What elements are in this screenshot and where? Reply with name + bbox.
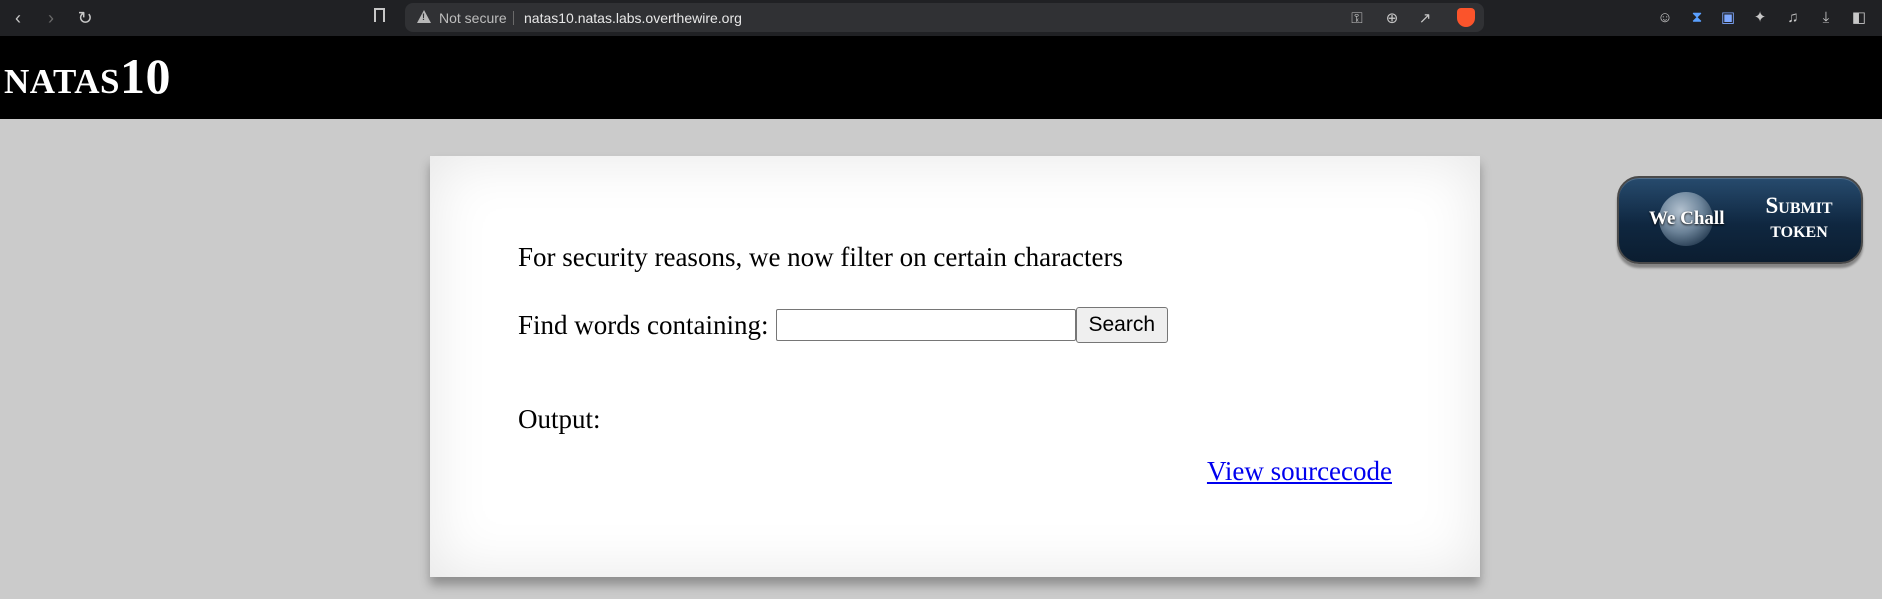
find-label: Find words containing: <box>518 309 769 340</box>
not-secure-warning-icon[interactable] <box>417 10 431 23</box>
site-header: natas10 <box>0 36 1882 119</box>
share-icon[interactable]: ↗ <box>1415 8 1435 28</box>
page-title: natas10 <box>4 48 171 104</box>
reload-icon[interactable]: ↻ <box>71 4 99 32</box>
bookmark-icon[interactable] <box>374 8 385 22</box>
search-input[interactable] <box>775 309 1076 341</box>
address-bar[interactable]: Not secure natas10.natas.labs.overthewir… <box>405 3 1484 32</box>
filter-notice: For security reasons, we now filter on c… <box>518 242 1124 272</box>
forward-icon[interactable]: › <box>37 4 65 32</box>
wechall-logo-text: We Chall <box>1649 208 1725 229</box>
downloads-icon[interactable]: ⤓ <box>1816 7 1836 27</box>
security-status[interactable]: Not secure <box>439 10 507 26</box>
key-icon[interactable]: ⚿ <box>1347 8 1367 28</box>
content-card: For security reasons, we now filter on c… <box>430 156 1480 577</box>
output-label: Output: <box>518 404 601 434</box>
wechall-submit-token-button[interactable]: We Chall Submit token <box>1617 176 1863 264</box>
address-separator <box>513 11 514 25</box>
token-label: token <box>1770 217 1828 242</box>
sidebar-icon[interactable]: ◧ <box>1849 7 1869 27</box>
submit-token-label: Submit token <box>1749 194 1849 242</box>
browser-toolbar: ‹ › ↻ Not secure natas10.natas.labs.over… <box>0 0 1882 36</box>
extension-shield-icon[interactable]: ▣ <box>1718 7 1738 27</box>
extensions-icon[interactable]: ✦ <box>1750 7 1770 27</box>
search-button[interactable]: Search <box>1075 307 1169 343</box>
extension-wave-icon[interactable]: ⧗ <box>1687 7 1707 27</box>
brave-shields-icon[interactable] <box>1457 8 1475 27</box>
back-icon[interactable]: ‹ <box>4 4 32 32</box>
search-form: Find words containing: Search <box>518 307 1169 343</box>
view-sourcecode-link[interactable]: View sourcecode <box>1207 456 1392 487</box>
extension-avatar-icon[interactable]: ☺ <box>1655 7 1675 27</box>
url-text[interactable]: natas10.natas.labs.overthewire.org <box>524 10 742 26</box>
zoom-icon[interactable]: ⊕ <box>1382 8 1402 28</box>
submit-label: Submit <box>1765 193 1833 218</box>
media-icon[interactable]: ♫ <box>1783 7 1803 27</box>
